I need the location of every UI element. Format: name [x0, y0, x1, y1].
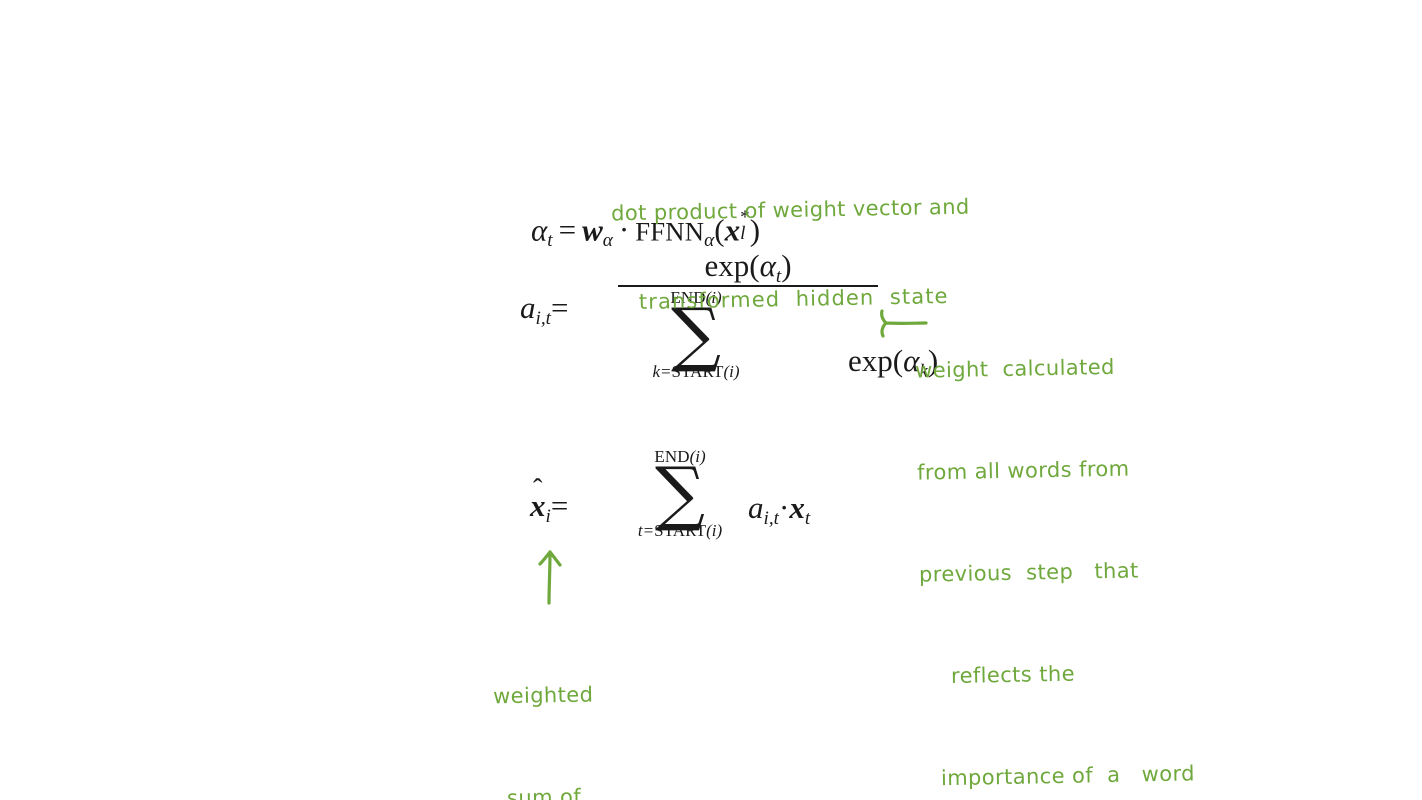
left-arrow-icon: [880, 309, 928, 338]
annotation-bottom-line-2: sum of: [506, 784, 582, 800]
eq3-dot-operator: ·: [778, 490, 790, 525]
eq3-vector-subscript: t: [804, 507, 811, 529]
annotation-top-line-1: dot product of weight vector and: [610, 194, 970, 226]
up-arrow-icon: [538, 550, 562, 605]
eq3-rhs: ai,t·xt: [748, 490, 810, 528]
annotation-bottom-line-1: weighted: [492, 682, 594, 709]
eq3-lhs-symbol: x: [530, 488, 546, 523]
annotation-right-line-1: weight calculated: [914, 354, 1115, 383]
eq3-term-symbol: a: [748, 490, 764, 525]
eq3-lhs-subscript: i: [545, 505, 551, 527]
eq3-vector-symbol: x: [789, 490, 805, 525]
annotation-right-line-5: importance of a word: [940, 761, 1196, 791]
handwritten-annotated-equations-canvas: αt = wα · FFNNα(x * l) ai,t= exp(αt) END(i) ∑ …: [0, 0, 1422, 800]
eq2-equals: =: [550, 290, 569, 325]
eq2-lhs-subscript: i,t: [535, 307, 551, 329]
eq3-lower-limit-index: t=: [637, 521, 655, 541]
eq3-term-subscript: i,t: [763, 507, 779, 529]
eq1-equals: =: [558, 212, 577, 248]
annotation-right-line-2: from all words from: [916, 456, 1130, 485]
annotation-right-line-3: previous step that: [918, 558, 1139, 587]
eq1-weight-vector: w: [582, 212, 603, 248]
eq3-lower-limit-name: START: [654, 521, 707, 541]
annotation-right-weight-explanation: weight calculated from all words from pr…: [913, 280, 1198, 800]
eq2-lhs: ai,t=: [520, 290, 569, 328]
eq3-lhs-symbol-with-hat: ̂x: [530, 490, 546, 521]
eq3-lower-limit-arg: (i): [706, 521, 723, 541]
annotation-bottom-weighted-sum: weighted sum of word vectors in span i: [491, 609, 641, 800]
eq1-lhs-symbol: α: [531, 212, 548, 248]
annotation-right-line-4: reflects the: [950, 661, 1076, 689]
eq2-lhs-symbol: a: [520, 290, 536, 325]
eq3-lhs: ̂xi=: [530, 488, 569, 526]
eq3-equals: =: [550, 488, 569, 523]
eq1-lhs-subscript: t: [547, 230, 553, 252]
